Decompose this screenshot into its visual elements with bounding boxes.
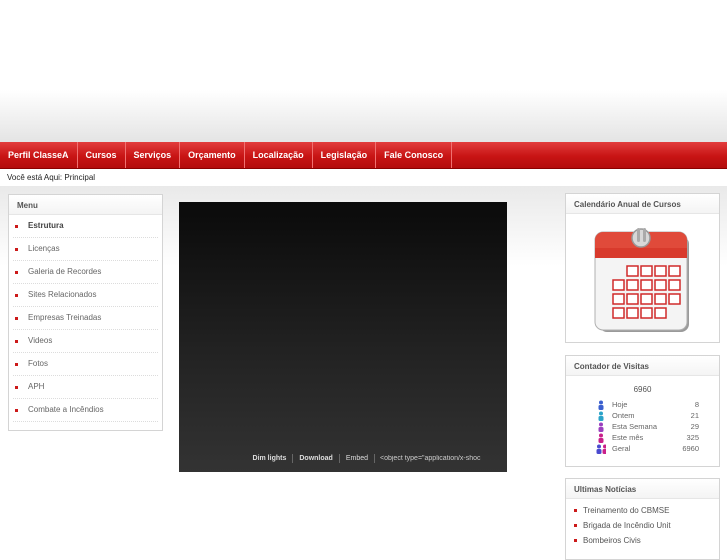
- counter-row-geral: Geral 6960: [566, 443, 719, 454]
- download-button[interactable]: Download: [293, 455, 338, 462]
- calendar-box: Calendário Anual de Cursos: [565, 193, 720, 343]
- video-toolbar: Dim lights Download Embed <object type="…: [247, 454, 507, 463]
- main-nav: Perfil ClasseA Cursos Serviços Orçamento…: [0, 142, 727, 169]
- dim-lights-button[interactable]: Dim lights: [247, 455, 293, 462]
- people-group-icon: [596, 444, 606, 454]
- menu-item-aph[interactable]: APH: [13, 376, 158, 399]
- nav-item-legislacao[interactable]: Legislação: [313, 142, 377, 168]
- visit-counter-total: 6960: [633, 385, 652, 394]
- nav-item-orcamento[interactable]: Orçamento: [180, 142, 245, 168]
- embed-code-field[interactable]: <object type="application/x-shoc: [375, 455, 507, 462]
- latest-news-title: Ultimas Notícias: [566, 479, 719, 499]
- menu-box: Menu Estrutura Licenças Galeria de Recor…: [8, 194, 163, 431]
- news-item[interactable]: Brigada de Incêndio Unit: [574, 518, 711, 533]
- menu-item-estrutura[interactable]: Estrutura: [13, 215, 158, 238]
- person-icon: [596, 400, 606, 410]
- nav-item-localizacao[interactable]: Localização: [245, 142, 313, 168]
- news-item[interactable]: Treinamento do CBMSE: [574, 503, 711, 518]
- person-icon: [596, 422, 606, 432]
- person-icon: [596, 433, 606, 443]
- news-list: Treinamento do CBMSE Brigada de Incêndio…: [566, 499, 719, 548]
- counter-row-esta-semana: Esta Semana 29: [566, 421, 719, 432]
- menu-item-licencas[interactable]: Licenças: [13, 238, 158, 261]
- nav-item-cursos[interactable]: Cursos: [78, 142, 126, 168]
- embed-button[interactable]: Embed: [340, 455, 374, 462]
- header-banner: [0, 0, 727, 142]
- menu-title: Menu: [9, 195, 162, 215]
- counter-row-hoje: Hoje 8: [566, 399, 719, 410]
- menu-item-sites-relacionados[interactable]: Sites Relacionados: [13, 284, 158, 307]
- nav-item-perfil[interactable]: Perfil ClasseA: [0, 142, 78, 168]
- latest-news-box: Ultimas Notícias Treinamento do CBMSE Br…: [565, 478, 720, 560]
- nav-item-fale-conosco[interactable]: Fale Conosco: [376, 142, 453, 168]
- counter-row-ontem: Ontem 21: [566, 410, 719, 421]
- news-item[interactable]: Bombeiros Civis: [574, 533, 711, 548]
- menu-item-videos[interactable]: Videos: [13, 330, 158, 353]
- visit-counter-box: Contador de Visitas 6960 Hoje 8 Ontem 21…: [565, 355, 720, 467]
- calendar-title: Calendário Anual de Cursos: [566, 194, 719, 214]
- visit-counter-title: Contador de Visitas: [566, 356, 719, 376]
- person-icon: [596, 411, 606, 421]
- calendar-icon[interactable]: [591, 222, 695, 336]
- menu-item-empresas-treinadas[interactable]: Empresas Treinadas: [13, 307, 158, 330]
- menu-list: Estrutura Licenças Galeria de Recordes S…: [9, 215, 162, 422]
- menu-item-galeria-de-recordes[interactable]: Galeria de Recordes: [13, 261, 158, 284]
- menu-item-fotos[interactable]: Fotos: [13, 353, 158, 376]
- video-player[interactable]: Dim lights Download Embed <object type="…: [179, 202, 507, 472]
- nav-item-servicos[interactable]: Serviços: [126, 142, 181, 168]
- breadcrumb: Você está Aqui: Principal: [7, 173, 96, 182]
- counter-row-este-mes: Este mês 325: [566, 432, 719, 443]
- menu-item-combate-a-incendios[interactable]: Combate a Incêndios: [13, 399, 158, 422]
